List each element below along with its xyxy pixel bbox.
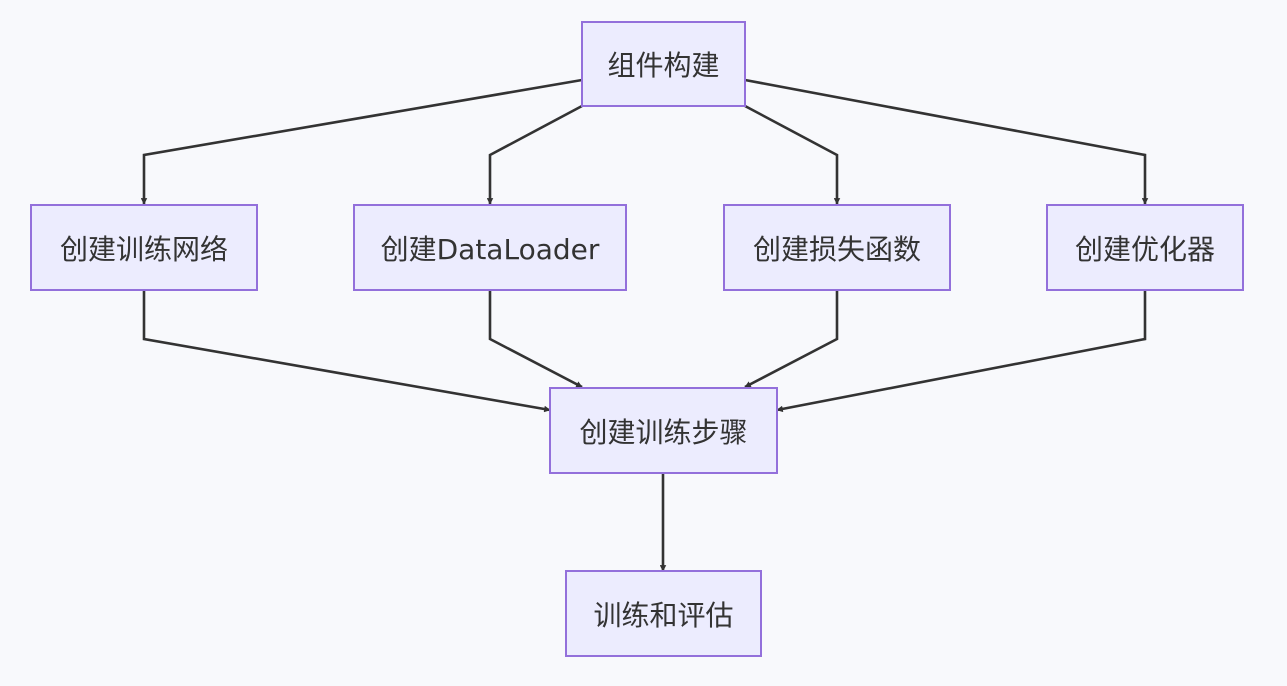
node-label: 训练和评估 (593, 598, 734, 632)
node-build-components: 组件构建 (581, 21, 746, 107)
node-create-optimizer: 创建优化器 (1046, 204, 1244, 291)
node-label: 创建优化器 (1074, 232, 1215, 266)
node-label: 组件构建 (607, 49, 720, 82)
node-create-network: 创建训练网络 (30, 204, 258, 291)
edge-optimizer-to-train-step (776, 290, 1147, 413)
node-train-and-eval: 训练和评估 (565, 570, 762, 657)
node-create-loss: 创建损失函数 (723, 204, 951, 291)
node-label: 创建DataLoader (380, 232, 600, 266)
edge-build-to-dataloader (486, 104, 583, 205)
node-create-train-step: 创建训练步骤 (549, 387, 778, 474)
node-label: 创建损失函数 (752, 232, 921, 266)
node-label: 创建训练步骤 (579, 415, 748, 449)
node-label: 创建训练网络 (59, 232, 228, 266)
edge-loss-to-train-step (744, 290, 839, 389)
edge-dataloader-to-train-step (488, 290, 583, 389)
edge-build-to-optimizer (744, 78, 1149, 205)
flowchart-canvas: 组件构建 创建训练网络 创建DataLoader 创建损失函数 创建优化器 创建… (0, 0, 1287, 686)
node-create-dataloader: 创建DataLoader (353, 204, 627, 291)
edge-build-to-loss (744, 104, 841, 205)
